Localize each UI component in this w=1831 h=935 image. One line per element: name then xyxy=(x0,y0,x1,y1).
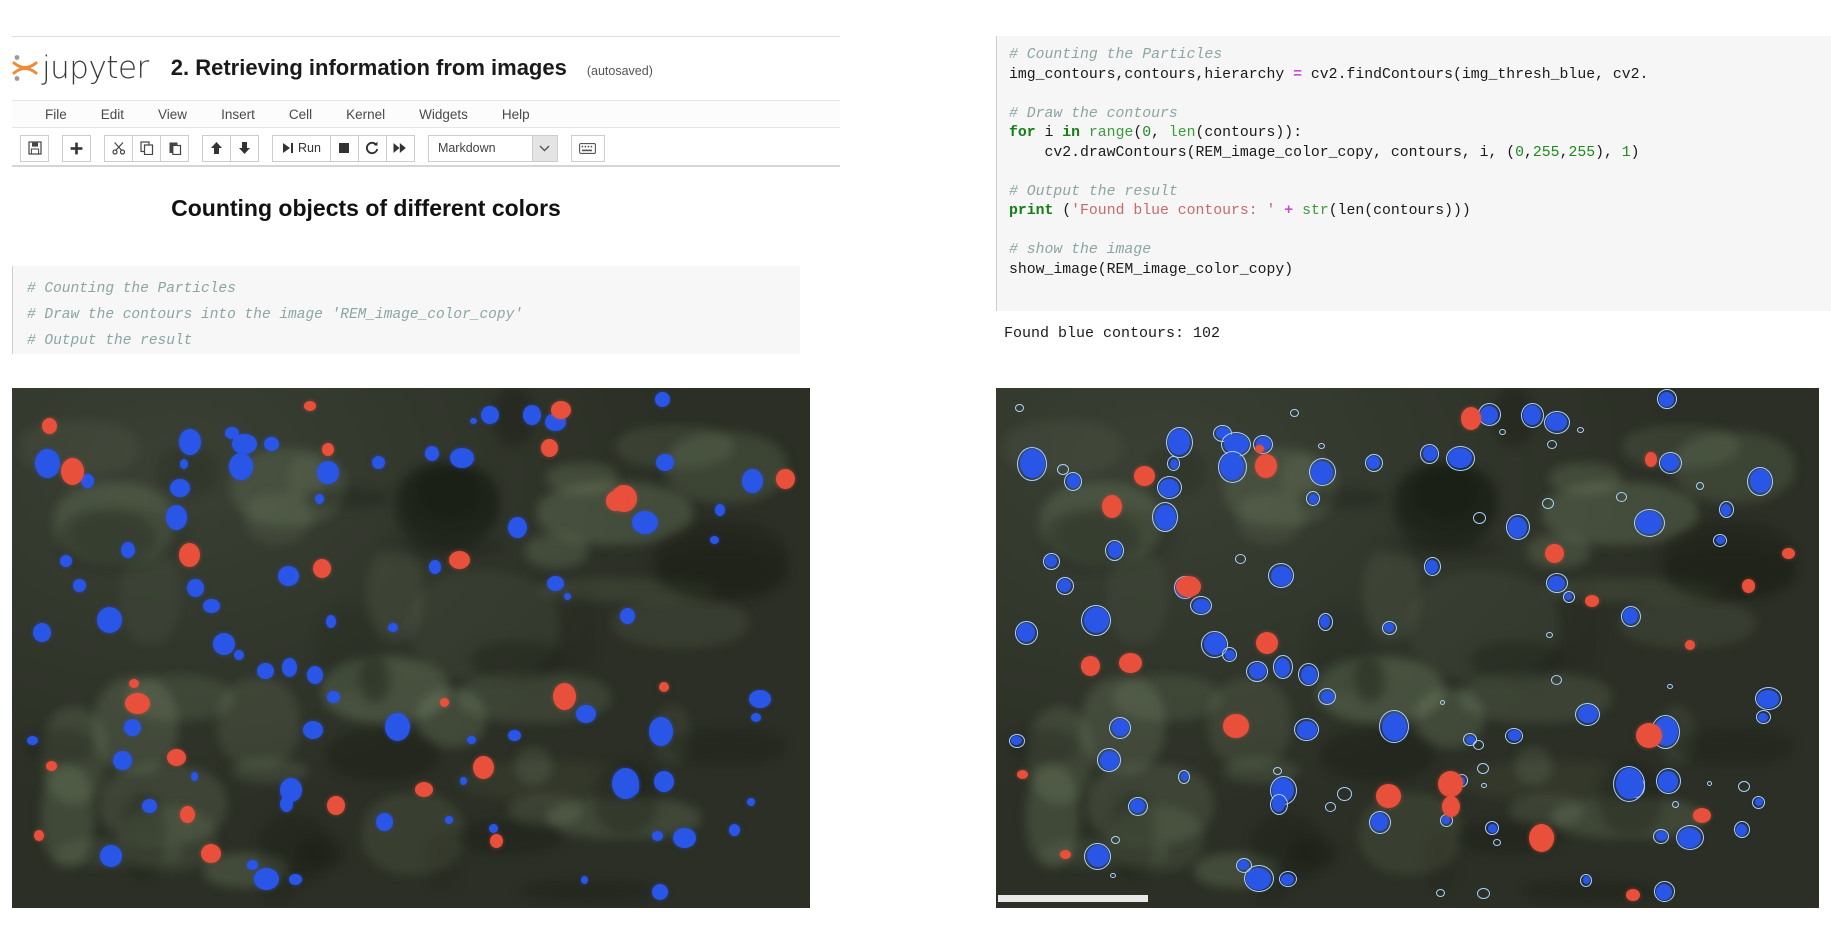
builtin-len: len xyxy=(1168,125,1196,141)
code-line-drawcontours: cv2.drawContours(REM_image_color_copy, c… xyxy=(1009,144,1831,164)
color-r: 255 xyxy=(1568,144,1596,161)
move-cell-up-button[interactable] xyxy=(202,134,231,162)
plus-icon xyxy=(70,142,83,154)
paste-icon xyxy=(169,142,181,155)
code-blank-2 xyxy=(1009,163,1831,183)
menu-item-insert[interactable]: Insert xyxy=(204,103,272,126)
run-button[interactable]: Run xyxy=(272,134,331,162)
code-line-showimage: show_image(REM_image_color_copy) xyxy=(1009,261,1294,278)
menu-item-cell[interactable]: Cell xyxy=(272,103,329,126)
loop-var: i xyxy=(1035,125,1063,141)
copy-icon xyxy=(139,141,153,155)
menu-item-kernel[interactable]: Kernel xyxy=(329,103,402,126)
comma-1: , xyxy=(1151,125,1169,141)
copy-button[interactable] xyxy=(132,134,161,162)
jupyter-logo[interactable]: jupyter xyxy=(12,50,149,86)
notebook-titlebar: jupyter 2. Retrieving information from i… xyxy=(12,44,840,92)
builtin-print: print xyxy=(1009,203,1054,219)
menu-item-edit[interactable]: Edit xyxy=(84,103,141,126)
plus-operator: + xyxy=(1284,203,1294,219)
arrow-up-icon xyxy=(211,142,222,154)
insert-cell-button[interactable] xyxy=(62,134,91,162)
right-code-cell[interactable]: # Counting the Particles img_contours,co… xyxy=(996,36,1831,311)
jupyter-notebook-panel: jupyter 2. Retrieving information from i… xyxy=(0,0,840,935)
cut-button[interactable] xyxy=(104,134,133,162)
autosave-status: (autosaved) xyxy=(586,64,653,78)
num-zero: 0 xyxy=(1142,125,1152,141)
print-open: ( xyxy=(1053,203,1072,219)
menu-item-widgets[interactable]: Widgets xyxy=(402,103,485,126)
code-blank-3 xyxy=(1009,222,1831,242)
command-palette-button[interactable] xyxy=(570,134,605,162)
kw-in: in xyxy=(1062,125,1081,141)
code-line-comment-draw: # Draw the contours xyxy=(1009,105,1178,122)
menu-item-file[interactable]: File xyxy=(28,103,84,126)
left-code-line-2: # Draw the contours into the image 'REM_… xyxy=(27,307,523,323)
run-icon xyxy=(283,143,293,153)
toolbar-group-run: Run xyxy=(272,134,415,162)
cell-output-text: Found blue contours: 102 xyxy=(1004,325,1221,342)
print-space xyxy=(1275,203,1284,219)
toolbar-group-clipboard xyxy=(104,134,189,162)
microscopy-image-contours xyxy=(996,388,1819,908)
code-line-for-loop: for i in range(0, len(contours)): xyxy=(1009,124,1831,144)
toolbar-group-add xyxy=(62,134,91,162)
jupyter-planet-icon xyxy=(12,52,38,84)
builtin-range: range xyxy=(1080,125,1134,141)
paste-button[interactable] xyxy=(160,134,189,162)
findcontours-rhs: cv2.findContours(img_thresh_blue, cv2. xyxy=(1302,66,1649,83)
for-line-tail: (contours)): xyxy=(1195,125,1303,141)
menu-bar: File Edit View Insert Cell Kernel Widget… xyxy=(12,100,840,128)
code-line-print: print ('Found blue contours: ' + str(len… xyxy=(1009,202,1831,222)
restart-circle-icon xyxy=(366,141,379,155)
kw-for: for xyxy=(1009,125,1036,141)
arrow-down-icon xyxy=(239,142,250,154)
keyboard-icon xyxy=(579,142,597,154)
thickness: 1 xyxy=(1621,144,1631,161)
scissors-icon xyxy=(111,142,125,155)
left-code-cell[interactable]: # Counting the Particles # Draw the cont… xyxy=(12,266,800,354)
fast-forward-icon xyxy=(393,143,407,153)
interrupt-kernel-button[interactable] xyxy=(329,134,359,162)
jupyter-wordmark: jupyter xyxy=(42,50,149,86)
chevron-down-icon[interactable] xyxy=(531,135,557,161)
print-tail: (len(contours))) xyxy=(1328,203,1471,219)
print-string: 'Found blue contours: ' xyxy=(1071,203,1276,219)
code-line-comment-counting: # Counting the Particles xyxy=(1009,47,1223,63)
cell-type-value: Markdown xyxy=(437,141,496,155)
drawcontours-head: cv2.drawContours(REM_image_color_copy, c… xyxy=(1009,144,1516,161)
findcontours-lhs: img_contours,contours,hierarchy xyxy=(1009,66,1294,83)
menu-item-view[interactable]: View xyxy=(141,103,204,126)
toolbar-group-save xyxy=(20,134,49,162)
save-button[interactable] xyxy=(20,134,49,162)
microscopy-image-original xyxy=(12,388,810,908)
builtin-str: str xyxy=(1293,203,1329,219)
code-line-comment-show: # show the image xyxy=(1009,242,1152,258)
notebook-toolbar: Run Markdown xyxy=(12,131,840,167)
comma-2: , xyxy=(1524,144,1533,161)
markdown-heading: Counting objects of different colors xyxy=(171,195,561,221)
move-cell-down-button[interactable] xyxy=(230,134,259,162)
left-code-line-3: # Output the result xyxy=(27,333,193,349)
toolbar-group-move xyxy=(202,134,259,162)
stop-square-icon xyxy=(339,143,350,153)
color-g: 255 xyxy=(1532,144,1560,161)
save-icon xyxy=(27,141,42,155)
cell-type-select[interactable]: Markdown xyxy=(427,134,558,162)
code-blank-1 xyxy=(1009,85,1831,105)
run-button-label: Run xyxy=(298,141,321,155)
screenshot-root: jupyter 2. Retrieving information from i… xyxy=(0,0,1831,935)
code-line-comment-output: # Output the result xyxy=(1009,183,1178,200)
menu-item-help[interactable]: Help xyxy=(485,103,547,126)
color-close: ), xyxy=(1595,144,1622,161)
assign-operator: = xyxy=(1293,66,1303,83)
drawcontours-end: ) xyxy=(1630,144,1640,161)
restart-kernel-button[interactable] xyxy=(357,134,387,162)
restart-and-run-all-button[interactable] xyxy=(385,134,415,162)
notebook-title[interactable]: 2. Retrieving information from images xyxy=(171,55,567,81)
paren-open: ( xyxy=(1133,125,1143,141)
left-code-line-1: # Counting the Particles xyxy=(27,281,236,297)
color-b: 0 xyxy=(1515,144,1525,161)
code-line-findcontours: img_contours,contours,hierarchy = cv2.fi… xyxy=(1009,66,1831,86)
